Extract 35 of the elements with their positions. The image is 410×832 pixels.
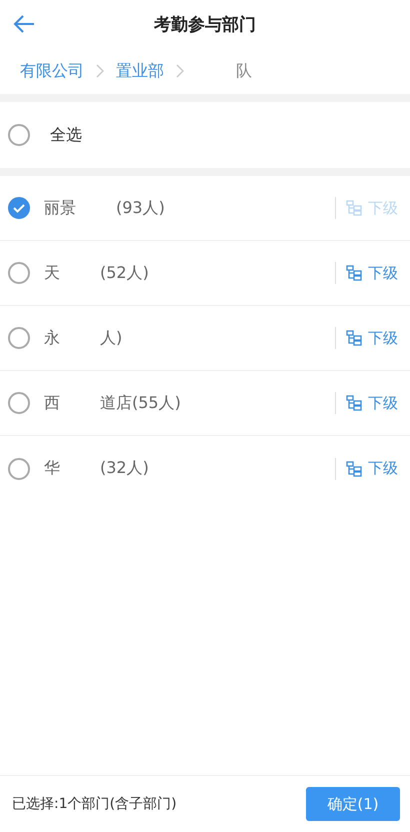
department-name: (32人) xyxy=(100,458,149,479)
hierarchy-icon xyxy=(346,460,362,476)
confirm-button[interactable]: 确定(1) xyxy=(306,787,400,821)
department-name: (93人) xyxy=(116,198,165,218)
department-name: (52人) xyxy=(100,262,149,284)
breadcrumb-item[interactable]: 有限公司 xyxy=(20,60,84,82)
hierarchy-icon xyxy=(346,265,362,281)
hierarchy-icon xyxy=(346,200,362,216)
select-all-label: 全选 xyxy=(50,124,82,146)
sub-level-button[interactable]: 下级 xyxy=(346,459,410,478)
sub-level-button[interactable]: 下级 xyxy=(346,328,410,348)
checkbox[interactable] xyxy=(8,392,30,414)
checkbox[interactable] xyxy=(8,124,30,146)
chevron-icon xyxy=(96,64,104,78)
department-name: 人) xyxy=(100,328,122,348)
hierarchy-icon xyxy=(346,395,362,411)
checkbox[interactable] xyxy=(8,458,30,480)
checkbox[interactable] xyxy=(8,327,30,349)
department-name: 天 xyxy=(44,262,60,284)
checkbox[interactable] xyxy=(8,262,30,284)
chevron-icon xyxy=(176,64,184,78)
checkbox[interactable] xyxy=(8,197,30,219)
back-icon[interactable] xyxy=(12,14,36,34)
page-title: 考勤参与部门 xyxy=(154,14,256,36)
department-name: 丽景 xyxy=(44,198,76,218)
hierarchy-icon xyxy=(346,330,362,346)
department-name: 道店(55人) xyxy=(100,392,181,414)
department-name: 华 xyxy=(44,458,60,479)
breadcrumb-item[interactable]: 置业部 xyxy=(116,60,164,82)
sub-level-button[interactable]: 下级 xyxy=(346,264,410,282)
selection-summary: 已选择:1个部门(含子部门) xyxy=(12,795,177,813)
department-name: 西 xyxy=(44,392,60,414)
sub-level-button[interactable]: 下级 xyxy=(346,394,410,412)
breadcrumb-item: 队 xyxy=(236,60,252,82)
department-name: 永 xyxy=(44,328,60,348)
